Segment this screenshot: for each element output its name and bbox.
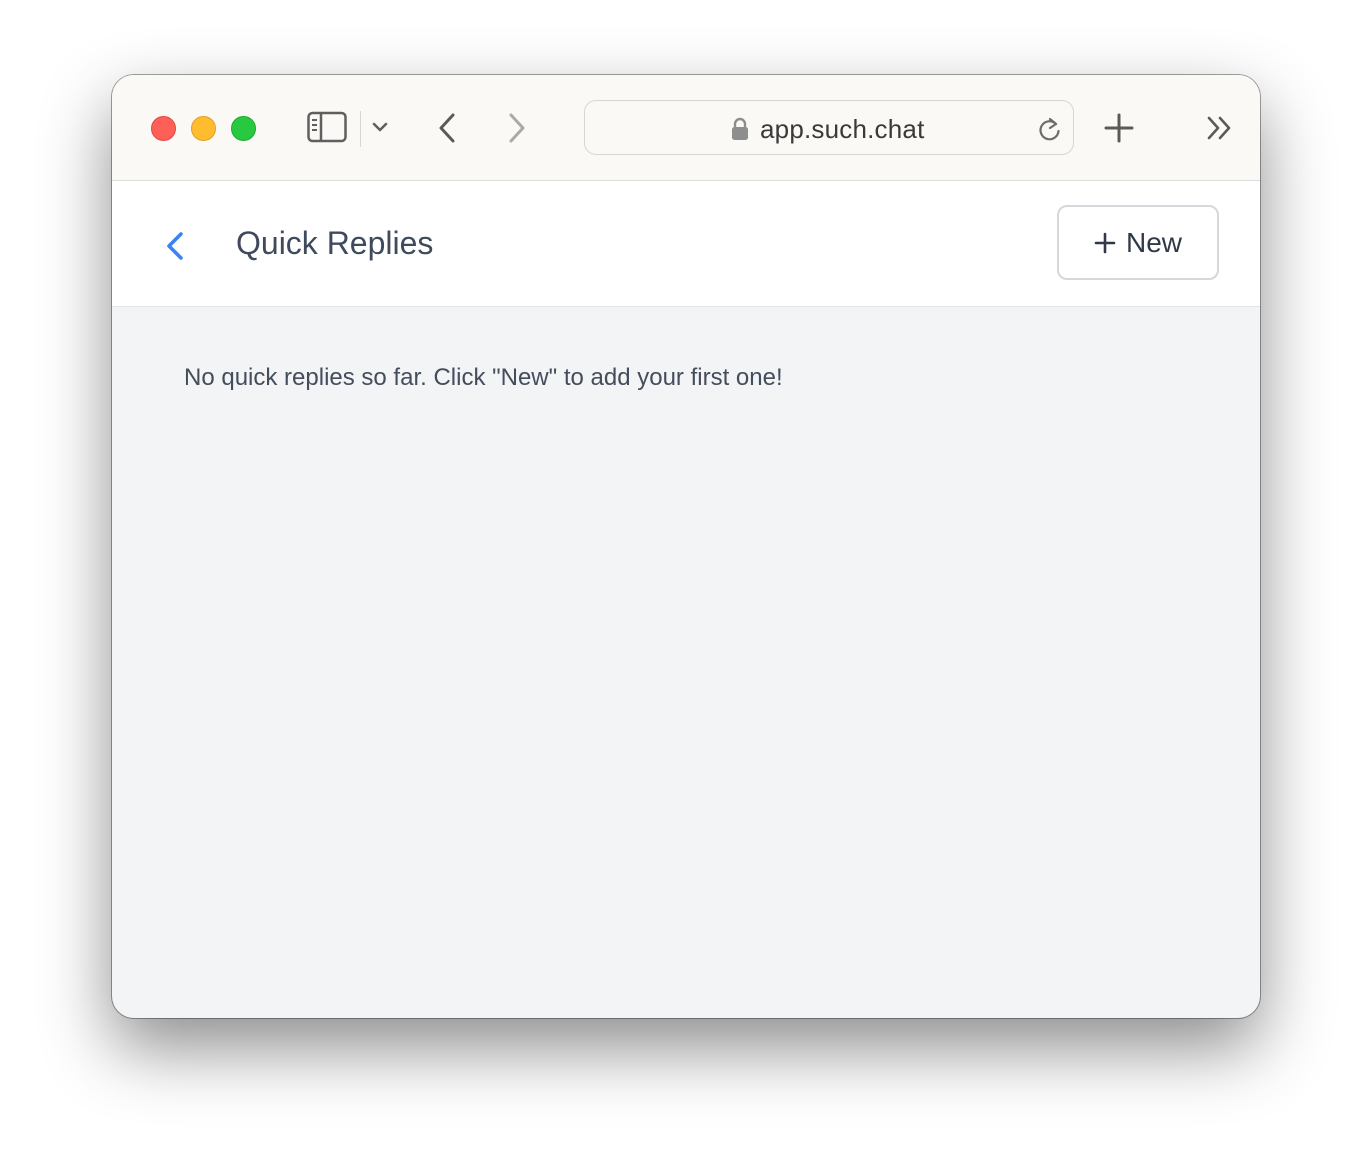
lock-icon <box>732 117 748 140</box>
toolbar-divider <box>360 111 361 147</box>
empty-state-message: No quick replies so far. Click "New" to … <box>184 364 783 391</box>
browser-toolbar: app.such.chat <box>112 75 1260 181</box>
double-chevron-right-icon[interactable] <box>1205 113 1235 143</box>
zoom-window-button[interactable] <box>231 116 256 141</box>
url-text: app.such.chat <box>760 114 925 144</box>
minimize-window-button[interactable] <box>191 116 216 141</box>
plus-icon <box>1094 232 1116 253</box>
address-bar[interactable]: app.such.chat <box>584 100 1074 155</box>
back-icon[interactable] <box>434 111 460 145</box>
sidebar-icon[interactable] <box>307 111 347 143</box>
close-window-button[interactable] <box>151 116 176 141</box>
reload-icon[interactable] <box>1037 115 1063 143</box>
browser-window: app.such.chat Quick Replies New No quick… <box>112 75 1260 1018</box>
new-quick-reply-button[interactable]: New <box>1057 205 1219 280</box>
back-arrow-icon[interactable] <box>160 229 194 263</box>
forward-icon[interactable] <box>504 111 530 145</box>
new-tab-icon[interactable] <box>1102 111 1136 145</box>
new-button-label: New <box>1125 226 1182 258</box>
page-header: Quick Replies New <box>112 181 1260 307</box>
page-title: Quick Replies <box>236 225 434 261</box>
chevron-down-icon[interactable] <box>370 119 390 135</box>
